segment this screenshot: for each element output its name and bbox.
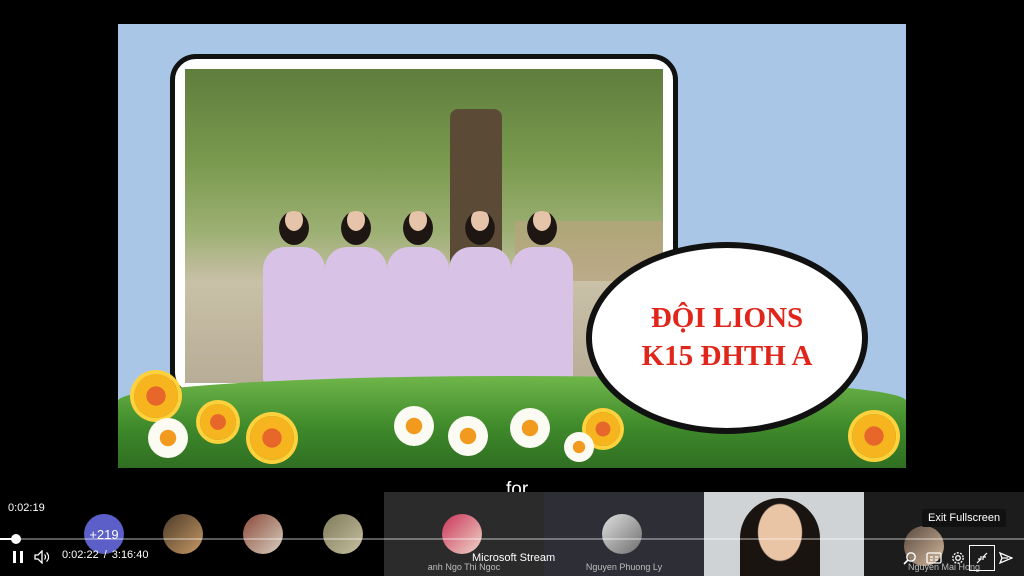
captions-icon xyxy=(926,552,942,564)
person xyxy=(387,211,449,383)
participant-tile[interactable] xyxy=(704,492,864,576)
participant-name: Nguyen Phuong Ly xyxy=(585,562,663,572)
search-button[interactable] xyxy=(900,548,920,568)
time-display: 0:02:22 / 3:16:40 xyxy=(62,549,148,561)
person xyxy=(263,211,325,383)
sunflower xyxy=(200,404,236,440)
participant-tile[interactable]: Nguyen Phuong Ly xyxy=(544,492,704,576)
participant-avatar xyxy=(442,514,482,554)
seek-bar[interactable] xyxy=(0,534,1024,544)
team-name-line2: K15 ĐHTH A xyxy=(641,340,813,372)
person xyxy=(449,211,511,383)
volume-icon xyxy=(34,550,50,564)
daisy xyxy=(448,416,488,456)
seek-bar-thumb[interactable] xyxy=(11,534,21,544)
settings-icon xyxy=(952,552,964,564)
person xyxy=(325,211,387,383)
sunflower xyxy=(852,414,896,458)
daisy xyxy=(510,408,550,448)
exit-fullscreen-icon xyxy=(976,552,988,564)
pause-button[interactable] xyxy=(10,549,26,565)
duration: 3:16:40 xyxy=(111,549,149,561)
sunflower xyxy=(134,374,178,418)
share-button[interactable] xyxy=(996,548,1016,568)
current-time: 0:02:22 xyxy=(62,549,99,561)
volume-button[interactable] xyxy=(33,549,51,565)
more-participants-avatar[interactable]: +219 xyxy=(84,514,124,554)
exit-fullscreen-tooltip: Exit Fullscreen xyxy=(922,509,1007,527)
participant-avatar xyxy=(602,514,642,554)
exit-fullscreen-button[interactable] xyxy=(969,545,995,571)
daisy xyxy=(394,406,434,446)
presentation-slide: ĐỘI LIONS K15 ĐHTH A xyxy=(118,24,906,468)
time-separator: / xyxy=(103,549,107,561)
person xyxy=(511,211,573,383)
participant-avatar[interactable] xyxy=(163,514,203,554)
daisy xyxy=(564,432,594,462)
participant-video xyxy=(740,498,820,576)
hover-timestamp: 0:02:19 xyxy=(8,502,45,514)
participant-avatar[interactable] xyxy=(243,514,283,554)
team-name-bubble: ĐỘI LIONS K15 ĐHTH A xyxy=(586,242,868,434)
team-name-line1: ĐỘI LIONS xyxy=(650,302,804,335)
settings-button[interactable] xyxy=(948,548,968,568)
pause-icon xyxy=(13,551,23,563)
search-icon xyxy=(903,552,916,565)
share-icon xyxy=(999,551,1013,565)
sunflower xyxy=(250,416,294,460)
daisy xyxy=(148,418,188,458)
captions-button[interactable] xyxy=(924,548,944,568)
brand-label: Microsoft Stream xyxy=(472,552,556,564)
participant-avatar[interactable] xyxy=(323,514,363,554)
